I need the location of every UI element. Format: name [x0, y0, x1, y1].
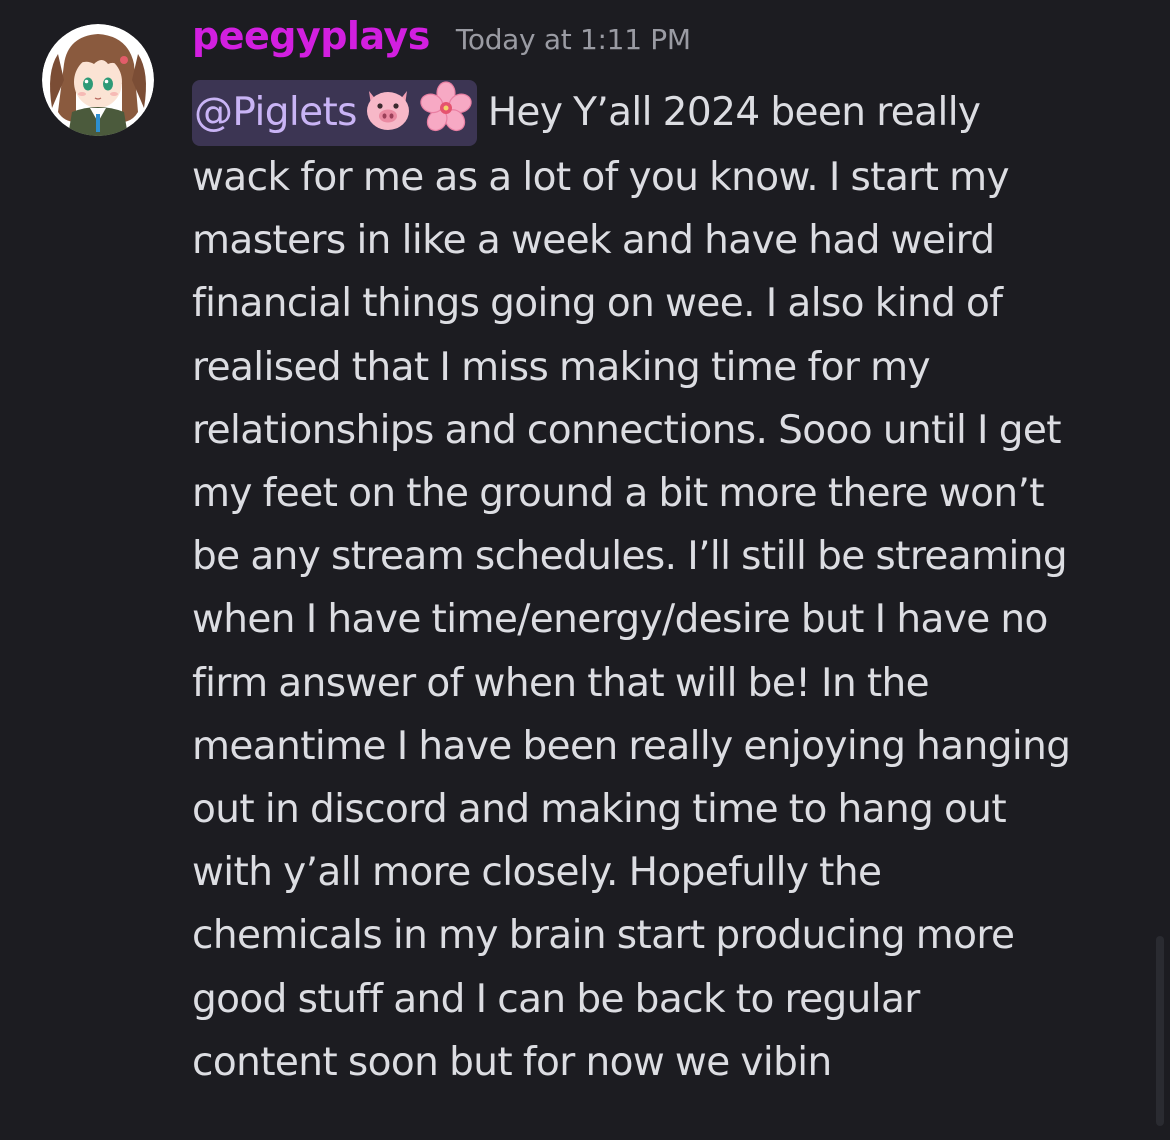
mention-label: @Piglets — [194, 90, 358, 135]
pig-face-icon — [361, 81, 415, 135]
cherry-blossom-icon — [419, 81, 473, 135]
message-text: Hey Y’all 2024 been really wack for me a… — [192, 90, 1071, 1085]
message-timestamp[interactable]: Today at 1:11 PM — [456, 23, 691, 56]
avatar[interactable] — [42, 24, 154, 136]
message-content: @Piglets Hey Y’all 2024 been really wack… — [192, 80, 1142, 1094]
chat-message: peegyplays Today at 1:11 PM @Piglets Hey… — [0, 0, 1170, 1140]
role-mention[interactable]: @Piglets — [192, 80, 477, 146]
scrollbar[interactable] — [1156, 936, 1164, 1126]
message-header: peegyplays Today at 1:11 PM — [192, 14, 691, 70]
author-username[interactable]: peegyplays — [192, 14, 430, 58]
